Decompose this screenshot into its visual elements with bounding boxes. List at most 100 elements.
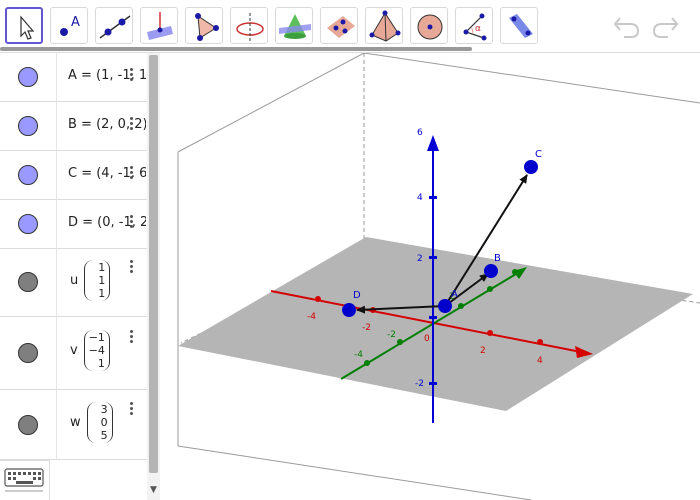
column-vector: −1 −4 1 [83, 330, 110, 371]
x-tick-label: -2 [362, 323, 371, 333]
x-tick-label: 0 [424, 334, 430, 344]
sphere-tool-button[interactable] [410, 7, 448, 44]
algebra-row-a[interactable]: A = (1, -1, 1) [0, 53, 147, 102]
row-separator [56, 390, 57, 459]
z-axis-arrowhead [427, 135, 439, 151]
reflect-tool-button[interactable] [500, 7, 538, 44]
z-tick-label: 4 [417, 193, 423, 203]
circle-around-axis-icon [236, 13, 264, 41]
vector-name: u [70, 273, 79, 288]
point-b[interactable] [484, 264, 498, 278]
vector-component: −4 [88, 344, 105, 357]
point-d[interactable] [342, 303, 356, 317]
pyramid-icon [369, 10, 401, 42]
angle-icon: α [463, 13, 487, 41]
point-c-label: C [535, 149, 542, 160]
row-menu-icon[interactable] [128, 116, 134, 132]
visibility-marble[interactable] [18, 343, 38, 363]
row-menu-icon[interactable] [128, 165, 134, 181]
y-tick-label: -2 [387, 330, 396, 340]
visibility-marble[interactable] [18, 415, 38, 435]
row-separator [56, 151, 57, 199]
visibility-marble[interactable] [18, 116, 38, 136]
vector-u-definition[interactable]: u 1 1 1 [70, 260, 111, 301]
toolbar: A α [0, 0, 700, 53]
vector-name: w [70, 415, 81, 430]
row-separator [56, 317, 57, 389]
x-tick-label: -4 [307, 312, 316, 322]
visibility-marble[interactable] [18, 165, 38, 185]
algebra-row-u[interactable]: u 1 1 1 [0, 249, 147, 317]
point-b-label: B [494, 253, 501, 264]
point-c-definition[interactable]: C = (4, -1, 6) [68, 166, 146, 181]
vector-component: 1 [98, 287, 106, 300]
z-tick-label: 2 [417, 254, 423, 264]
point-b-definition[interactable]: B = (2, 0, 2) [68, 117, 146, 132]
point-d-definition[interactable]: D = (0, -1, 2) [68, 215, 146, 230]
vector-v-definition[interactable]: v −1 −4 1 [70, 330, 110, 371]
point-c[interactable] [524, 160, 538, 174]
perpendicular-plane-icon [147, 12, 173, 40]
point-d-label: D [353, 290, 361, 301]
toolbar-scroll-indicator [0, 47, 472, 51]
angle-tool-button[interactable]: α [455, 7, 493, 44]
z-tick-label: -2 [415, 379, 424, 389]
cursor-arrow-icon [20, 15, 35, 40]
line-icon [99, 15, 131, 39]
perpendicular-tool-button[interactable] [140, 7, 178, 44]
intersect-surfaces-icon [279, 14, 311, 39]
scroll-down-arrow-icon[interactable]: ▼ [150, 485, 157, 495]
circle-axis-tool-button[interactable] [230, 7, 268, 44]
point-a-label: A [451, 289, 458, 300]
keyboard-button[interactable] [0, 460, 50, 500]
column-vector: 3 0 5 [86, 402, 113, 443]
plane-tool-button[interactable] [320, 7, 358, 44]
polygon-tool-button[interactable] [185, 7, 223, 44]
undo-icon[interactable] [612, 12, 642, 40]
pyramid-tool-button[interactable] [365, 7, 403, 44]
vector-component: 1 [98, 274, 106, 287]
x-tick-label: 2 [480, 346, 486, 356]
row-separator [56, 53, 57, 101]
algebra-row-c[interactable]: C = (4, -1, 6) [0, 151, 147, 200]
vector-component: −1 [88, 331, 105, 344]
vector-component: 3 [100, 403, 108, 416]
row-menu-icon[interactable] [128, 329, 134, 345]
vector-w-definition[interactable]: w 3 0 5 [70, 402, 113, 443]
graphics-3d-canvas[interactable]: -4 -2 0 2 4 -4 -2 2 -2 2 4 6 A B C D [161, 52, 700, 500]
algebra-row-w[interactable]: w 3 0 5 [0, 390, 147, 460]
point-icon: A [60, 15, 80, 36]
point-a[interactable] [438, 299, 452, 313]
point-tool-button[interactable]: A [50, 7, 88, 44]
x-tick-label: 4 [537, 356, 543, 366]
sphere-icon [417, 14, 443, 40]
vector-component: 0 [100, 416, 108, 429]
algebra-row-v[interactable]: v −1 −4 1 [0, 317, 147, 390]
algebra-view: A = (1, -1, 1) B = (2, 0, 2) C = (4, -1,… [0, 53, 160, 500]
algebra-scrollbar-thumb[interactable] [149, 55, 158, 473]
row-separator [56, 249, 57, 316]
angle-tool-label: α [475, 24, 481, 34]
graphics-3d-view[interactable]: -4 -2 0 2 4 -4 -2 2 -2 2 4 6 A B C D [161, 52, 700, 500]
visibility-marble[interactable] [18, 272, 38, 292]
line-tool-button[interactable] [95, 7, 133, 44]
visibility-marble[interactable] [18, 214, 38, 234]
plane-through-points-icon [327, 16, 355, 38]
algebra-row-d[interactable]: D = (0, -1, 2) [0, 200, 147, 249]
reflect-about-plane-icon [509, 14, 533, 38]
move-tool-button[interactable] [5, 7, 43, 44]
row-menu-icon[interactable] [128, 67, 134, 83]
row-menu-icon[interactable] [128, 401, 134, 417]
row-separator [56, 200, 57, 248]
row-menu-icon[interactable] [128, 214, 134, 230]
polygon-icon [195, 13, 219, 41]
y-tick-label: -4 [354, 350, 363, 360]
intersect-tool-button[interactable] [275, 7, 313, 44]
visibility-marble[interactable] [18, 67, 38, 87]
point-a-definition[interactable]: A = (1, -1, 1) [68, 68, 146, 83]
point-tool-label: A [71, 15, 80, 30]
row-menu-icon[interactable] [128, 259, 134, 275]
redo-icon[interactable] [650, 12, 680, 40]
algebra-row-b[interactable]: B = (2, 0, 2) [0, 102, 147, 151]
z-tick-label: 6 [417, 128, 423, 138]
